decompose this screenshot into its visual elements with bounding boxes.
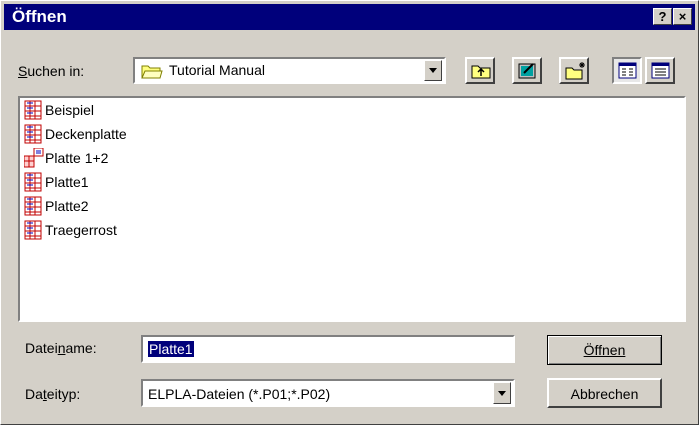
- desktop-button[interactable]: [512, 57, 542, 84]
- up-one-level-button[interactable]: [465, 57, 495, 84]
- filetype-dropdown-button[interactable]: [493, 382, 511, 404]
- file-name: Deckenplatte: [45, 126, 127, 142]
- open-button[interactable]: Öffnen: [547, 335, 662, 365]
- look-in-label: Suchen in:: [18, 63, 85, 79]
- details-view-icon: [651, 62, 671, 85]
- title-bar[interactable]: Öffnen ? ×: [4, 4, 695, 30]
- folder-up-icon: [471, 62, 491, 85]
- list-view-icon: [618, 62, 638, 85]
- elpla-grid-icon: [24, 100, 42, 125]
- elpla-merged-icon: [23, 147, 44, 173]
- filename-label: Dateiname:: [25, 340, 97, 356]
- close-icon: ×: [678, 9, 687, 24]
- filetype-value: ELPLA-Dateien (*.P01;*.P02): [148, 386, 331, 402]
- file-name: Platte2: [45, 198, 89, 214]
- file-name: Beispiel: [45, 102, 95, 118]
- filetype-label: Dateityp:: [25, 386, 81, 402]
- file-name: Traegerrost: [45, 222, 117, 238]
- new-folder-button[interactable]: [559, 57, 589, 84]
- open-button-label: Öffnen: [583, 342, 626, 358]
- window-title: Öffnen: [12, 7, 67, 26]
- look-in-value: Tutorial Manual: [169, 62, 265, 78]
- chevron-down-icon: [498, 391, 506, 396]
- file-name: Platte1: [45, 174, 89, 190]
- file-name: Platte 1+2: [45, 150, 109, 166]
- filename-input[interactable]: Platte1: [141, 335, 515, 363]
- elpla-grid-icon: [24, 220, 42, 245]
- new-folder-icon: [565, 61, 587, 86]
- look-in-combobox[interactable]: Tutorial Manual: [133, 57, 446, 84]
- open-dialog: Öffnen ? × Suchen in: Tutorial Manual Be…: [0, 0, 699, 425]
- cancel-button-label: Abbrechen: [570, 386, 639, 402]
- list-view-button[interactable]: [612, 57, 642, 84]
- help-icon: ?: [658, 9, 667, 24]
- file-list[interactable]: Beispiel Deckenplatte Platte 1+2 Platte1 Pla…: [18, 96, 686, 322]
- elpla-grid-icon: [24, 124, 42, 149]
- elpla-grid-icon: [24, 172, 42, 197]
- filetype-select[interactable]: ELPLA-Dateien (*.P01;*.P02): [141, 379, 515, 407]
- look-in-dropdown-button[interactable]: [424, 60, 442, 81]
- elpla-grid-icon: [24, 196, 42, 221]
- help-button[interactable]: ?: [653, 8, 672, 25]
- details-view-button[interactable]: [645, 57, 675, 84]
- cancel-button[interactable]: Abbrechen: [547, 378, 662, 408]
- filename-value: Platte1: [148, 341, 194, 357]
- desktop-icon: [518, 61, 538, 86]
- close-button[interactable]: ×: [673, 8, 692, 25]
- chevron-down-icon: [429, 68, 437, 73]
- folder-icon: [141, 62, 163, 85]
